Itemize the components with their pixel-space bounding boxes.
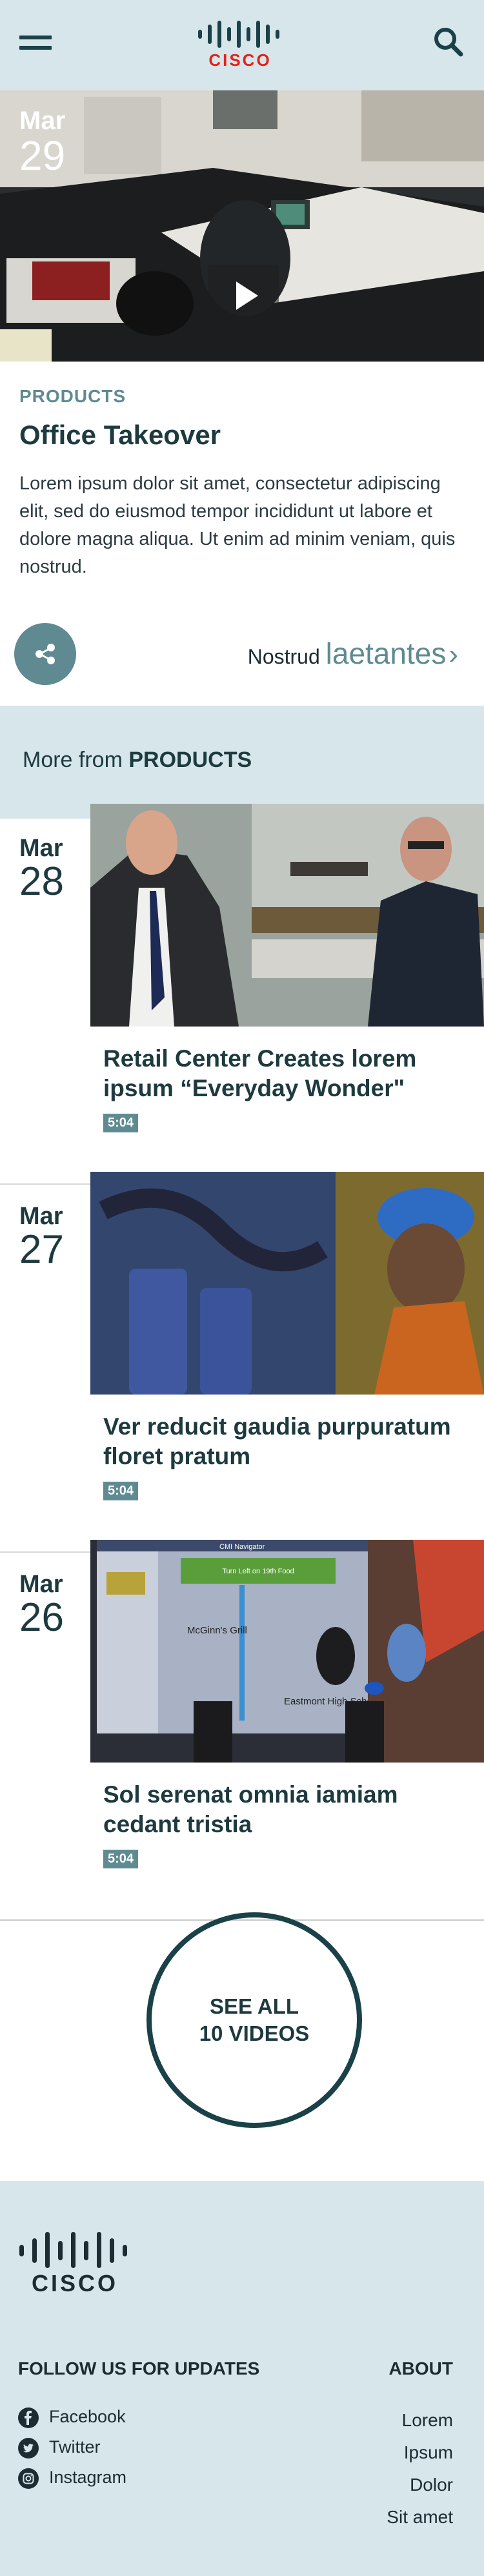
hero-video[interactable]: Mar 29 bbox=[0, 90, 484, 362]
video-date: Mar 28 bbox=[19, 835, 64, 904]
instagram-link[interactable]: Instagram bbox=[18, 2468, 126, 2489]
play-icon[interactable] bbox=[208, 265, 279, 327]
hero-date: Mar 29 bbox=[19, 107, 65, 176]
video-duration: 5:04 bbox=[103, 1482, 139, 1500]
video-item[interactable]: Mar 28 Retail Center Creates lorem ipsum… bbox=[0, 804, 484, 1172]
site-footer: CISCO FOLLOW US FOR UPDATES ABOUT Facebo… bbox=[0, 2181, 484, 2576]
chevron-right-icon: › bbox=[449, 639, 458, 670]
svg-text:McGinn's Grill: McGinn's Grill bbox=[187, 1625, 247, 1636]
svg-text:Turn Left on 19th Food: Turn Left on 19th Food bbox=[222, 1568, 294, 1575]
video-title[interactable]: Retail Center Creates lorem ipsum “Every… bbox=[103, 1044, 471, 1103]
more-from-band: More from PRODUCTS bbox=[0, 706, 484, 819]
about-link-ipsum[interactable]: Ipsum bbox=[404, 2442, 453, 2463]
see-all-videos-button[interactable]: SEE ALL 10 VIDEOS bbox=[146, 1912, 362, 2128]
search-icon[interactable] bbox=[432, 26, 465, 58]
see-all-line2: 10 VIDEOS bbox=[199, 2021, 310, 2045]
video-date: Mar 27 bbox=[19, 1203, 64, 1272]
svg-text:CISCO: CISCO bbox=[32, 2270, 118, 2294]
about-link-dolor[interactable]: Dolor bbox=[410, 2475, 453, 2495]
video-thumbnail[interactable]: CMI Navigator Turn Left on 19th Food McG… bbox=[90, 1540, 484, 1763]
article-description: Lorem ipsum dolor sit amet, consectetur … bbox=[19, 473, 456, 577]
share-button[interactable] bbox=[14, 623, 76, 685]
article-title: Office Takeover bbox=[19, 420, 221, 450]
video-title[interactable]: Ver reducit gaudia purpuratum floret pra… bbox=[103, 1412, 471, 1471]
video-thumbnail[interactable] bbox=[90, 1172, 484, 1395]
video-thumbnail[interactable] bbox=[90, 804, 484, 1027]
site-header: CISCO bbox=[0, 0, 484, 90]
more-link[interactable]: Nostrud laetantes› bbox=[248, 636, 458, 671]
facebook-link[interactable]: Facebook bbox=[18, 2407, 126, 2428]
hero-date-day: 29 bbox=[19, 132, 66, 179]
cisco-logo-footer[interactable]: CISCO bbox=[18, 2229, 141, 2294]
video-title[interactable]: Sol serenat omnia iamiam cedant tristia bbox=[103, 1780, 471, 1839]
about-link-lorem[interactable]: Lorem bbox=[402, 2410, 453, 2431]
svg-text:CMI Navigator: CMI Navigator bbox=[219, 1543, 265, 1551]
facebook-icon bbox=[18, 2407, 39, 2428]
follow-heading: FOLLOW US FOR UPDATES bbox=[18, 2358, 260, 2378]
twitter-icon bbox=[18, 2437, 39, 2458]
video-item[interactable]: Mar 26 CMI Navigator Turn Left on 19th F… bbox=[0, 1540, 484, 1908]
more-link-prefix: Nostrud bbox=[247, 645, 320, 668]
more-from-heading: More from PRODUCTS bbox=[23, 748, 252, 772]
instagram-icon bbox=[18, 2468, 39, 2489]
cisco-logo[interactable]: CISCO bbox=[197, 18, 287, 68]
about-heading: ABOUT bbox=[388, 2358, 453, 2378]
video-date: Mar 26 bbox=[19, 1571, 64, 1640]
video-duration: 5:04 bbox=[103, 1114, 139, 1132]
article-category[interactable]: PRODUCTS bbox=[19, 386, 126, 407]
video-item[interactable]: Mar 27 Ver reducit gaudia purpuratum flo… bbox=[0, 1172, 484, 1540]
share-icon bbox=[35, 644, 55, 664]
twitter-link[interactable]: Twitter bbox=[18, 2437, 101, 2458]
more-link-label: laetantes bbox=[325, 637, 447, 670]
menu-icon[interactable] bbox=[19, 36, 52, 54]
hero-date-month: Mar bbox=[19, 107, 66, 135]
about-link-sit-amet[interactable]: Sit amet bbox=[387, 2507, 453, 2528]
more-from-category[interactable]: PRODUCTS bbox=[128, 748, 252, 772]
see-all-line1: SEE ALL bbox=[209, 1994, 299, 2018]
video-duration: 5:04 bbox=[103, 1850, 139, 1868]
svg-text:CISCO: CISCO bbox=[208, 50, 271, 68]
